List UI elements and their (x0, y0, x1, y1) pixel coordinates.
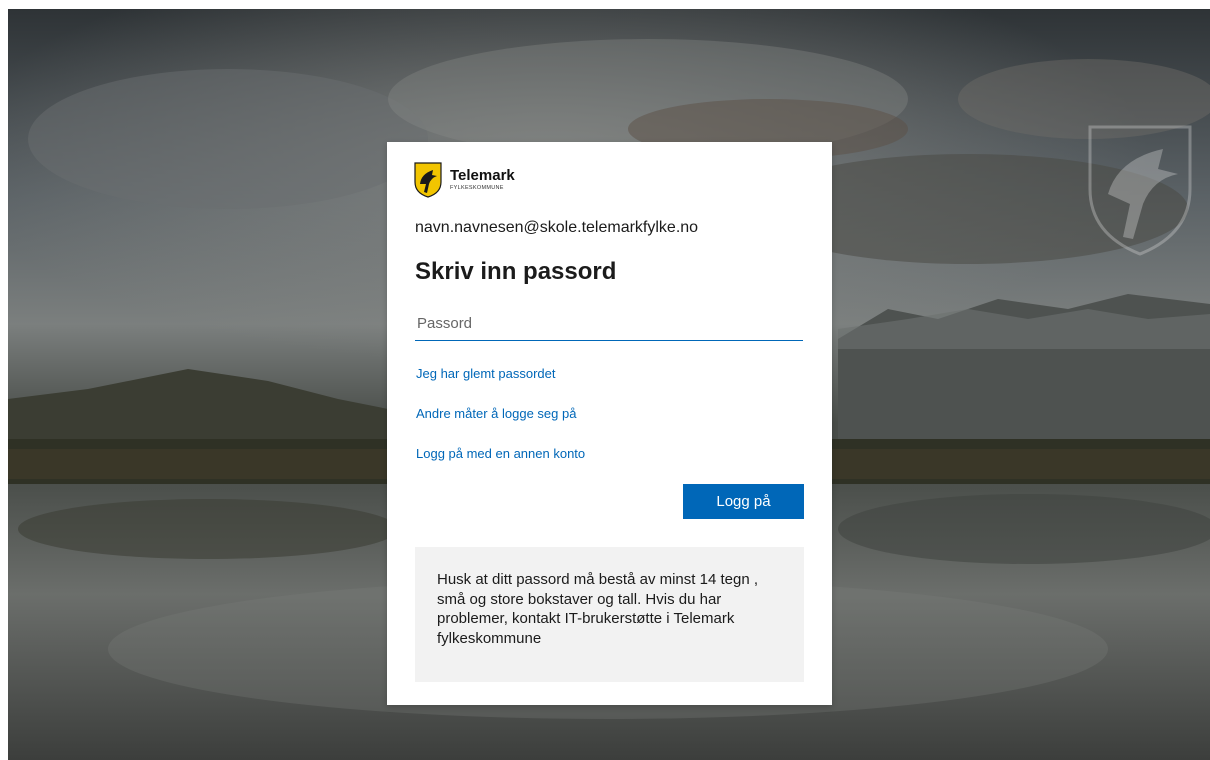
password-input[interactable] (415, 307, 803, 341)
password-policy-notice: Husk at ditt passord må bestå av minst 1… (415, 547, 804, 682)
brand-logo: Telemark FYLKESKOMMUNE (414, 160, 515, 200)
brand-name: Telemark (450, 167, 515, 184)
page-title: Skriv inn passord (415, 258, 617, 285)
other-sign-in-options-link[interactable]: Andre måter å logge seg på (416, 406, 576, 421)
login-page: Telemark FYLKESKOMMUNE navn.navnesen@sko… (8, 9, 1210, 760)
forgot-password-link[interactable]: Jeg har glemt passordet (416, 366, 555, 381)
telemark-shield-icon (414, 162, 442, 198)
brand-subtitle: FYLKESKOMMUNE (450, 185, 504, 191)
account-identity: navn.navnesen@skole.telemarkfylke.no (415, 219, 699, 236)
use-another-account-link[interactable]: Logg på med en annen konto (416, 446, 585, 461)
sign-in-card: Telemark FYLKESKOMMUNE navn.navnesen@sko… (387, 142, 832, 705)
sign-in-button[interactable]: Logg på (683, 484, 804, 519)
